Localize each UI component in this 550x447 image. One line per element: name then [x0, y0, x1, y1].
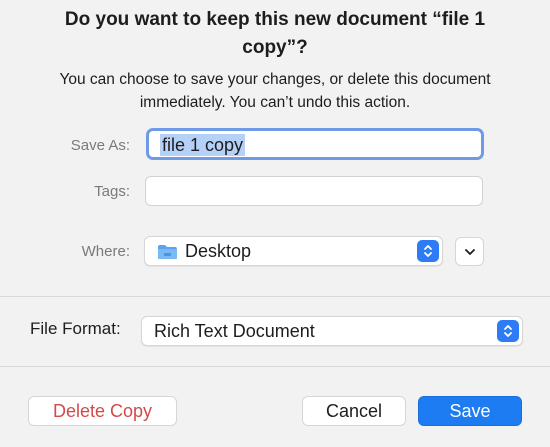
delete-copy-button[interactable]: Delete Copy	[28, 396, 177, 426]
file-format-popup[interactable]: Rich Text Document	[141, 316, 523, 346]
divider	[0, 296, 550, 297]
where-value: Desktop	[185, 241, 252, 261]
save-button[interactable]: Save	[418, 396, 522, 426]
save-as-label: Save As:	[70, 137, 130, 154]
expand-button[interactable]	[455, 237, 484, 266]
save-as-value[interactable]: file 1 copy	[160, 134, 246, 156]
tags-label: Tags:	[94, 183, 130, 200]
file-format-value: Rich Text Document	[154, 321, 315, 341]
where-label: Where:	[81, 243, 130, 260]
chevron-updown-icon[interactable]	[497, 320, 519, 342]
save-dialog: Do you want to keep this new document “f…	[0, 0, 550, 447]
dialog-title: Do you want to keep this new document “f…	[64, 9, 486, 58]
tags-field[interactable]	[145, 176, 483, 206]
chevron-down-icon	[464, 248, 475, 255]
cancel-button[interactable]: Cancel	[302, 396, 406, 426]
dialog-message: You can choose to save your changes, or …	[59, 71, 491, 111]
divider	[0, 366, 550, 367]
save-as-field[interactable]: file 1 copy	[146, 128, 484, 160]
file-format-label: File Format:	[30, 319, 121, 338]
where-popup[interactable]: Desktop	[144, 236, 443, 266]
folder-icon	[158, 245, 177, 259]
chevron-updown-icon[interactable]	[417, 240, 439, 262]
